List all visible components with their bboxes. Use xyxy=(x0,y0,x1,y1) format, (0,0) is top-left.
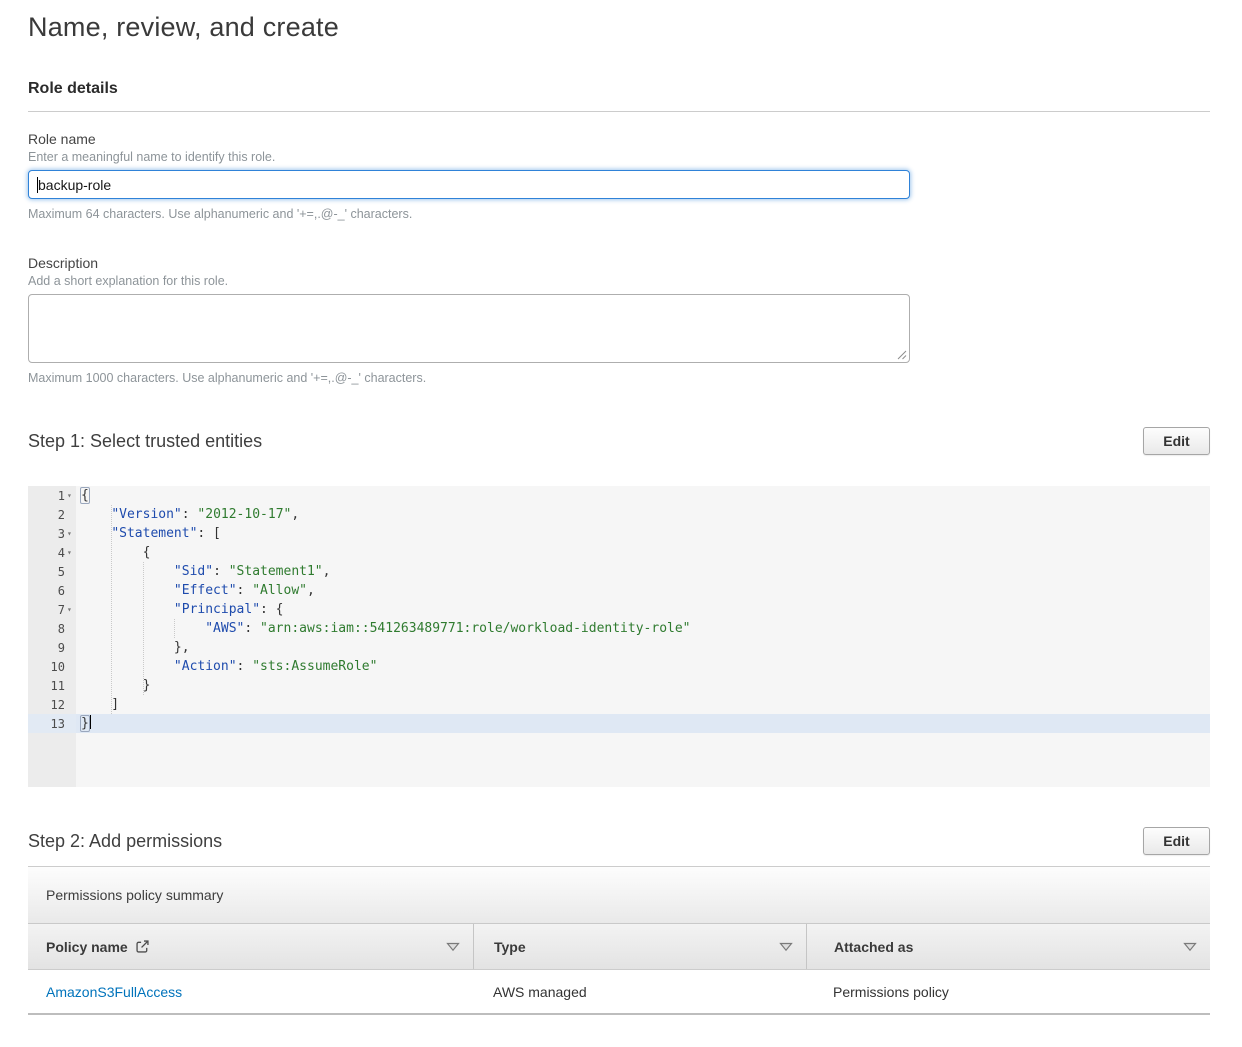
line-number: 12 xyxy=(28,695,76,714)
line-number: 5 xyxy=(28,562,76,581)
code-line: "Statement": [ xyxy=(76,524,1210,543)
column-header-type[interactable]: Type xyxy=(473,924,806,969)
code-line: ] xyxy=(76,695,1210,714)
policy-type-cell: AWS managed xyxy=(473,984,806,1000)
editor-code: { "Version": "2012-10-17", "Statement": … xyxy=(76,486,1210,787)
code-line: }, xyxy=(76,638,1210,657)
line-number: 8 xyxy=(28,619,76,638)
fold-arrow-icon[interactable]: ▾ xyxy=(65,548,76,557)
line-number: 10 xyxy=(28,657,76,676)
indent-guide xyxy=(174,619,175,638)
line-number: 9 xyxy=(28,638,76,657)
text-cursor xyxy=(90,715,91,729)
role-name-constraint: Maximum 64 characters. Use alphanumeric … xyxy=(28,207,1210,221)
permissions-table-header: Policy name Type Attached as xyxy=(28,924,1210,970)
code-line: "AWS": "arn:aws:iam::541263489771:role/w… xyxy=(76,619,1210,638)
page-title: Name, review, and create xyxy=(28,10,1210,44)
permissions-panel-title: Permissions policy summary xyxy=(46,887,223,903)
step1-edit-button[interactable]: Edit xyxy=(1143,427,1210,455)
line-number: 1▾ xyxy=(28,486,76,505)
sort-dropdown-icon[interactable] xyxy=(1183,942,1197,952)
policy-name-link[interactable]: AmazonS3FullAccess xyxy=(46,984,182,1000)
code-line: "Effect": "Allow", xyxy=(76,581,1210,600)
code-line: "Principal": { xyxy=(76,600,1210,619)
role-name-value: backup-role xyxy=(38,177,111,193)
policy-editor[interactable]: 1▾23▾4▾567▾8910111213 { "Version": "2012… xyxy=(28,486,1210,787)
role-name-label: Role name xyxy=(28,131,1210,147)
column-header-policy-name[interactable]: Policy name xyxy=(28,924,473,969)
fold-arrow-icon[interactable]: ▾ xyxy=(65,491,76,500)
main-content: Name, review, and create Role details Ro… xyxy=(0,10,1210,1015)
section-divider xyxy=(28,111,1210,112)
attached-as-cell: Permissions policy xyxy=(806,984,1210,1000)
code-line: } xyxy=(76,714,1210,733)
description-constraint: Maximum 1000 characters. Use alphanumeri… xyxy=(28,371,1210,385)
role-name-input[interactable]: backup-role xyxy=(28,170,910,199)
line-number: 6 xyxy=(28,581,76,600)
role-name-hint: Enter a meaningful name to identify this… xyxy=(28,150,1210,164)
code-line: "Version": "2012-10-17", xyxy=(76,505,1210,524)
policy-name-cell: AmazonS3FullAccess xyxy=(28,984,473,1000)
code-line: { xyxy=(76,543,1210,562)
sort-dropdown-icon[interactable] xyxy=(779,942,793,952)
line-number: 2 xyxy=(28,505,76,524)
fold-arrow-icon[interactable]: ▾ xyxy=(65,529,76,538)
code-line: "Sid": "Statement1", xyxy=(76,562,1210,581)
description-textarea[interactable] xyxy=(28,294,910,363)
step2-edit-button[interactable]: Edit xyxy=(1143,827,1210,855)
resize-handle-icon[interactable] xyxy=(896,349,907,360)
column-header-attached-as[interactable]: Attached as xyxy=(806,924,1210,969)
code-line: "Action": "sts:AssumeRole" xyxy=(76,657,1210,676)
fold-arrow-icon[interactable]: ▾ xyxy=(65,605,76,614)
code-line: { xyxy=(76,486,1210,505)
step1-heading: Step 1: Select trusted entities xyxy=(28,431,262,452)
code-line: } xyxy=(76,676,1210,695)
description-label: Description xyxy=(28,255,1210,271)
sort-dropdown-icon[interactable] xyxy=(446,942,460,952)
step2-heading: Step 2: Add permissions xyxy=(28,831,222,852)
permissions-panel-header: Permissions policy summary xyxy=(28,867,1210,924)
external-link-icon xyxy=(135,939,150,954)
description-hint: Add a short explanation for this role. xyxy=(28,274,1210,288)
line-number: 13 xyxy=(28,714,76,733)
role-details-heading: Role details xyxy=(28,80,1210,98)
editor-gutter: 1▾23▾4▾567▾8910111213 xyxy=(28,486,76,787)
indent-guide xyxy=(111,505,112,714)
line-number: 11 xyxy=(28,676,76,695)
table-row: AmazonS3FullAccess AWS managed Permissio… xyxy=(28,970,1210,1015)
line-number: 3▾ xyxy=(28,524,76,543)
line-number: 4▾ xyxy=(28,543,76,562)
indent-guide xyxy=(143,562,144,695)
line-number: 7▾ xyxy=(28,600,76,619)
